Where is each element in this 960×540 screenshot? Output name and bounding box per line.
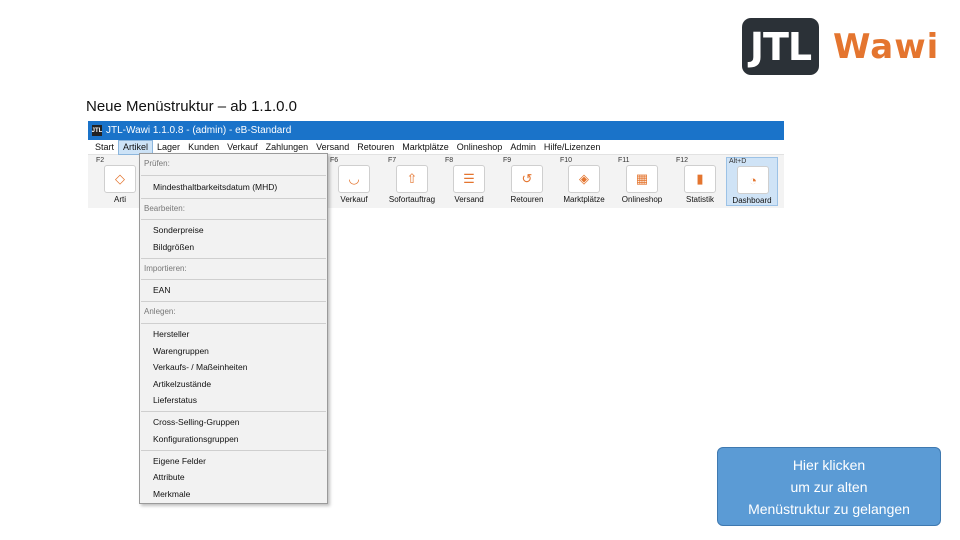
tool-statistik[interactable]: F12 ▮ Statistik xyxy=(674,157,726,206)
tool-label: Versand xyxy=(454,195,484,204)
menu-onlineshop[interactable]: Onlineshop xyxy=(453,140,507,155)
menu-marktplaetze[interactable]: Marktplätze xyxy=(398,140,453,155)
separator xyxy=(141,258,326,259)
tool-key: F10 xyxy=(560,157,573,164)
shop-icon: ▦ xyxy=(626,165,658,193)
menu-start[interactable]: Start xyxy=(91,140,118,155)
section-anlegen: Anlegen: xyxy=(144,307,176,316)
menu-item-hersteller[interactable]: Hersteller xyxy=(153,329,189,339)
tool-label: Retouren xyxy=(510,195,544,204)
tool-label: Sofortauftrag xyxy=(388,195,436,204)
menu-item-merkmale[interactable]: Merkmale xyxy=(153,489,190,499)
gauge-icon: ◔ xyxy=(737,166,769,194)
truck-icon: ☰ xyxy=(453,165,485,193)
tool-key: F11 xyxy=(618,157,630,164)
tool-key: F2 xyxy=(96,157,105,164)
callout-line-2: um zur alten xyxy=(790,478,868,495)
artikel-dropdown-menu: Prüfen: Mindesthaltbarkeitsdatum (MHD) B… xyxy=(139,153,328,504)
tool-verkauf[interactable]: F6 ◡ Verkauf xyxy=(328,157,380,206)
tool-sofortauftrag[interactable]: F7 ⇧ Sofortauftrag xyxy=(386,157,438,206)
separator xyxy=(141,175,326,176)
menu-item-artikelzustaende[interactable]: Artikelzustände xyxy=(153,379,211,389)
tool-key: F7 xyxy=(388,157,397,164)
menu-item-konfigurationsgruppen[interactable]: Konfigurationsgruppen xyxy=(153,434,239,444)
tool-label: Onlineshop xyxy=(621,195,663,204)
window-title: JTL-Wawi 1.1.0.8 - (admin) - eB-Standard xyxy=(106,125,292,136)
logo-word: Wawi xyxy=(833,26,940,67)
separator xyxy=(141,450,326,451)
tool-retouren[interactable]: F9 ↺ Retouren xyxy=(501,157,553,206)
slide-title: Neue Menüstruktur – ab 1.1.0.0 xyxy=(86,98,297,115)
menu-item-eigene-felder[interactable]: Eigene Felder xyxy=(153,456,206,466)
layers-icon: ◈ xyxy=(568,165,600,193)
callout-line-3: Menüstruktur zu gelangen xyxy=(748,500,910,517)
separator xyxy=(141,411,326,412)
return-icon: ↺ xyxy=(511,165,543,193)
upload-icon: ⇧ xyxy=(396,165,428,193)
chart-icon: ▮ xyxy=(684,165,716,193)
menu-item-sonderpreise[interactable]: Sonderpreise xyxy=(153,225,204,235)
menu-item-attribute[interactable]: Attribute xyxy=(153,472,185,482)
callout-line-1: Hier klicken xyxy=(792,456,866,473)
bag-icon: ◡ xyxy=(338,165,370,193)
menu-retouren[interactable]: Retouren xyxy=(353,140,398,155)
tool-key: F6 xyxy=(330,157,339,164)
tool-marktplaetze[interactable]: F10 ◈ Marktplätze xyxy=(558,157,610,206)
menu-hilfe[interactable]: Hilfe/Lizenzen xyxy=(540,140,605,155)
jtl-wawi-logo: JTL Wawi xyxy=(742,18,939,75)
box-icon: ◇ xyxy=(104,165,136,193)
menu-item-masseinheiten[interactable]: Verkaufs- / Maßeinheiten xyxy=(153,362,248,372)
tool-key: F8 xyxy=(445,157,454,164)
tool-key: F9 xyxy=(503,157,512,164)
logo-mark: JTL xyxy=(742,18,819,75)
separator xyxy=(141,279,326,280)
menu-item-cross-selling[interactable]: Cross-Selling-Gruppen xyxy=(153,417,239,427)
section-pruefen: Prüfen: xyxy=(144,159,170,168)
tool-label: Verkauf xyxy=(340,195,368,204)
tool-onlineshop[interactable]: F11 ▦ Onlineshop xyxy=(616,157,668,206)
tool-label: Dashboard xyxy=(732,196,772,205)
tool-versand[interactable]: F8 ☰ Versand xyxy=(443,157,495,206)
separator xyxy=(141,301,326,302)
tool-key: Alt+D xyxy=(729,158,747,165)
menu-item-lieferstatus[interactable]: Lieferstatus xyxy=(153,395,197,405)
menu-admin[interactable]: Admin xyxy=(506,140,540,155)
callout-box: Hier klicken um zur alten Menüstruktur z… xyxy=(717,447,941,526)
menu-item-bildgroessen[interactable]: Bildgrößen xyxy=(153,242,194,252)
tool-dashboard[interactable]: Alt+D ◔ Dashboard xyxy=(726,157,778,206)
app-icon: JTL xyxy=(92,125,102,136)
menu-item-mhd[interactable]: Mindesthaltbarkeitsdatum (MHD) xyxy=(153,182,277,192)
separator xyxy=(141,219,326,220)
menu-item-warengruppen[interactable]: Warengruppen xyxy=(153,346,209,356)
tool-label: Marktplätze xyxy=(563,195,605,204)
section-bearbeiten: Bearbeiten: xyxy=(144,204,185,213)
slide: JTL Wawi Neue Menüstruktur – ab 1.1.0.0 … xyxy=(0,0,960,540)
menu-item-ean[interactable]: EAN xyxy=(153,285,170,295)
separator xyxy=(141,323,326,324)
section-importieren: Importieren: xyxy=(144,264,187,273)
tool-key: F12 xyxy=(676,157,689,164)
window-titlebar: JTL JTL-Wawi 1.1.0.8 - (admin) - eB-Stan… xyxy=(88,121,784,140)
separator xyxy=(141,198,326,199)
